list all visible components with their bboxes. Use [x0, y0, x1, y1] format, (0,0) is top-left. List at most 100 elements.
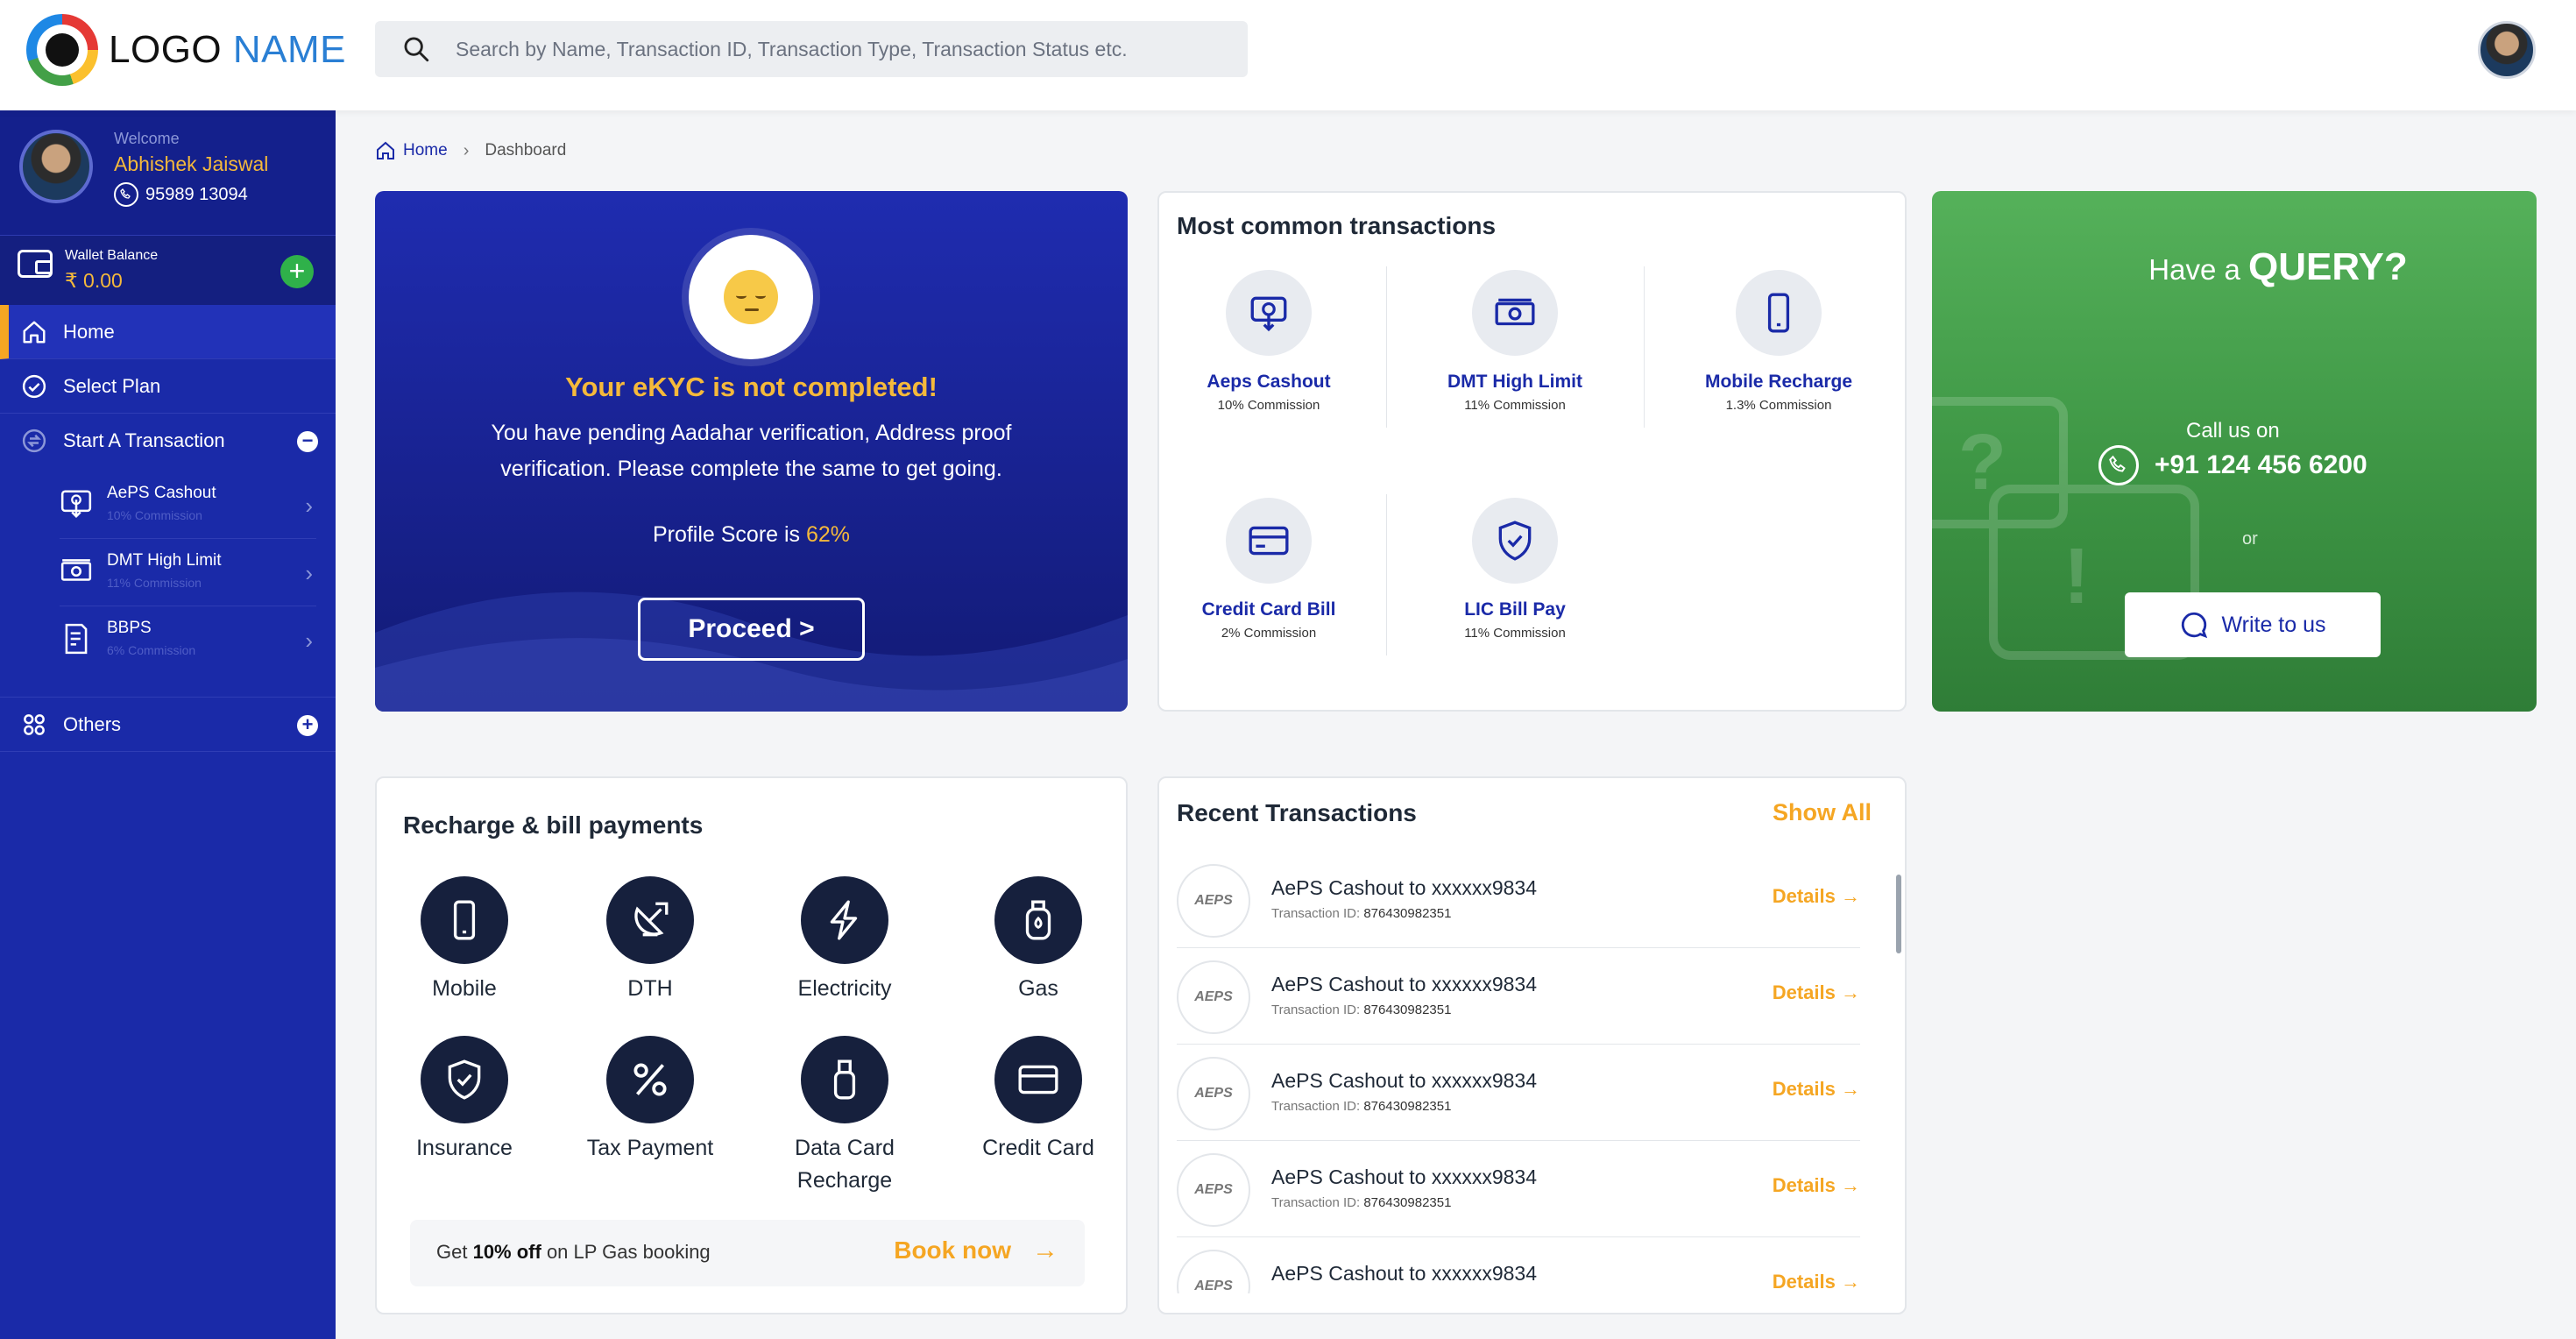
book-now-label: Book now [894, 1236, 1011, 1264]
support-phone[interactable]: +91 124 456 6200 [2098, 445, 2367, 485]
breadcrumb-current: Dashboard [485, 141, 567, 159]
arrow-right-icon: → [1841, 1174, 1860, 1196]
common-transactions-card: Most common transactions Aeps Cashout 10… [1157, 191, 1907, 712]
money-icon [1495, 298, 1535, 326]
support-phone-number: +91 124 456 6200 [2155, 450, 2367, 479]
profile-score-label: Profile Score is [652, 522, 806, 547]
mobile-icon [453, 900, 476, 940]
credit-card-icon [1249, 526, 1289, 556]
logo-text: LOGO NAME [109, 28, 346, 72]
submenu-item-dmt-high-limit[interactable]: DMT High Limit 11% Commission › [60, 539, 316, 606]
transaction-row: AEPS AePS Cashout to xxxxxx9834 Transact… [1177, 1045, 1860, 1141]
aeps-logo-icon: AEPS [1177, 864, 1250, 938]
scrollbar[interactable] [1896, 875, 1901, 953]
transaction-id-label: Transaction ID: [1271, 1002, 1364, 1017]
wallet-balance: ₹ 0.00 [65, 269, 123, 292]
sidebar-item-label: Others [63, 712, 122, 735]
chevron-right-icon: › [305, 560, 313, 586]
chevron-right-icon: › [305, 492, 313, 519]
wallet-label: Wallet Balance [65, 248, 159, 263]
home-icon [377, 141, 394, 159]
card-title: Recent Transactions [1177, 799, 1417, 826]
transaction-id-value: 876430982351 [1363, 1195, 1452, 1210]
sidebar-item-label: Start A Transaction [63, 429, 225, 451]
arrow-right-icon: → [1841, 1271, 1860, 1293]
expand-icon[interactable]: + [297, 715, 318, 736]
common-item-credit-card-bill[interactable]: Credit Card Bill 2% Commission [1150, 498, 1387, 641]
sidebar-item-home[interactable]: Home [0, 305, 336, 359]
recharge-item-gas[interactable]: Gas [951, 876, 1126, 1005]
transaction-title: AePS Cashout to xxxxxx9834 [1271, 1165, 1537, 1188]
collapse-icon[interactable]: − [297, 431, 318, 452]
details-label: Details [1772, 1078, 1836, 1100]
transaction-id: Transaction ID: 876430982351 [1271, 1002, 1451, 1017]
add-money-button[interactable]: + [280, 255, 314, 288]
recharge-item-tax-payment[interactable]: Tax Payment [563, 1036, 738, 1165]
details-link[interactable]: Details → [1773, 1174, 1860, 1197]
promo-banner: Get 10% off on LP Gas booking Book now → [410, 1220, 1085, 1286]
aeps-logo-icon: AEPS [1177, 1250, 1250, 1293]
wallet-icon [18, 250, 53, 278]
welcome-text: Welcome [114, 130, 180, 147]
show-all-link[interactable]: Show All [1773, 799, 1872, 826]
details-link[interactable]: Details → [1773, 981, 1860, 1004]
transaction-id-label: Transaction ID: [1271, 906, 1364, 921]
details-label: Details [1772, 885, 1836, 907]
recharge-item-electricity[interactable]: Electricity [757, 876, 932, 1005]
card-title: Most common transactions [1177, 212, 1497, 239]
recharge-label: DTH [627, 976, 673, 1001]
recharge-item-data-card[interactable]: Data Card Recharge [757, 1036, 932, 1197]
user-avatar[interactable] [2478, 21, 2536, 79]
transaction-id: Transaction ID: 876430982351 [1271, 1195, 1451, 1210]
transaction-id-value: 876430982351 [1363, 1099, 1452, 1114]
credit-card-icon [1018, 1065, 1058, 1095]
breadcrumb-home[interactable]: Home [403, 141, 448, 160]
common-item-dmt-high-limit[interactable]: DMT High Limit 11% Commission [1397, 270, 1633, 413]
details-link[interactable]: Details → [1773, 885, 1860, 908]
money-icon [60, 559, 92, 581]
shield-icon [1498, 521, 1532, 561]
mobile-icon [1767, 293, 1790, 333]
submenu-commission: 10% Commission [107, 508, 202, 522]
top-header: LOGO NAME [0, 0, 2576, 110]
details-link[interactable]: Details → [1773, 1271, 1860, 1293]
recharge-item-credit-card[interactable]: Credit Card [951, 1036, 1126, 1165]
common-item-aeps-cashout[interactable]: Aeps Cashout 10% Commission [1150, 270, 1387, 413]
transaction-icon [22, 429, 46, 453]
recent-transactions-card: Recent Transactions Show All AEPS AePS C… [1157, 776, 1907, 1314]
recharge-label: Mobile [432, 976, 497, 1001]
write-to-us-label: Write to us [2221, 612, 2326, 637]
sidebar-item-select-plan[interactable]: Select Plan [0, 359, 336, 414]
shield-icon [448, 1059, 481, 1100]
common-item-mobile-recharge[interactable]: Mobile Recharge 1.3% Commission [1660, 270, 1897, 413]
submenu-item-bbps[interactable]: BBPS 6% Commission › [60, 606, 316, 674]
transaction-id-label: Transaction ID: [1271, 1099, 1364, 1114]
transaction-id-value: 876430982351 [1363, 1292, 1451, 1293]
details-link[interactable]: Details → [1773, 1078, 1860, 1101]
phone-icon [2098, 445, 2139, 485]
book-now-button[interactable]: Book now → [894, 1236, 1058, 1265]
submenu-title: DMT High Limit [107, 551, 222, 570]
app-logo[interactable]: LOGO NAME [26, 14, 346, 86]
details-label: Details [1772, 981, 1836, 1003]
write-to-us-button[interactable]: Write to us [2125, 592, 2381, 657]
submenu-item-aeps-cashout[interactable]: AePS Cashout 10% Commission › [60, 471, 316, 539]
profile-avatar[interactable] [19, 130, 93, 203]
sad-face-icon [689, 235, 813, 359]
search-bar [375, 21, 1248, 77]
recharge-item-insurance[interactable]: Insurance [377, 1036, 552, 1165]
proceed-button[interactable]: Proceed > [638, 598, 865, 661]
sidebar-item-start-transaction[interactable]: Start A Transaction − [0, 414, 336, 468]
ekyc-card: Your eKYC is not completed! You have pen… [375, 191, 1128, 712]
common-item-lic-bill-pay[interactable]: LIC Bill Pay 11% Commission [1397, 498, 1633, 641]
recharge-item-mobile[interactable]: Mobile [377, 876, 552, 1005]
chevron-right-icon: › [305, 627, 313, 654]
fingerprint-icon [1250, 296, 1287, 332]
aeps-logo-icon: AEPS [1177, 1153, 1250, 1227]
sidebar-item-others[interactable]: Others + [0, 698, 336, 752]
sidebar-item-label: Select Plan [63, 374, 161, 397]
transaction-title: AePS Cashout to xxxxxx9834 [1271, 876, 1537, 899]
transaction-title: AePS Cashout to xxxxxx9834 [1271, 973, 1537, 995]
search-input[interactable] [456, 37, 1244, 61]
recharge-item-dth[interactable]: DTH [563, 876, 738, 1005]
